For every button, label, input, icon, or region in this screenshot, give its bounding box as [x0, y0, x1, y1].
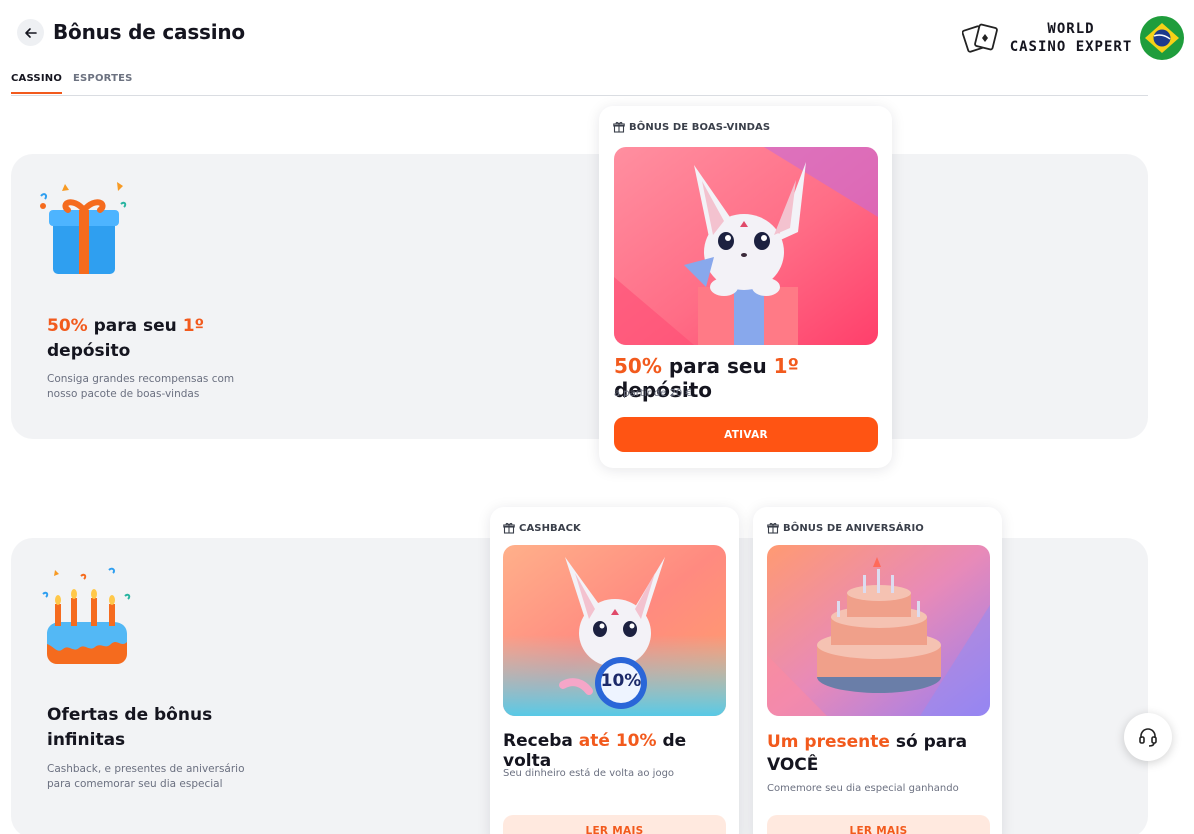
offers-heading: Ofertas de bônus infinitas: [47, 703, 212, 753]
cashback-card-tag: CASHBACK: [503, 522, 581, 534]
welcome-heading-ordinal: 1º: [182, 316, 205, 336]
tab-esportes[interactable]: ESPORTES: [73, 73, 133, 84]
cashback-read-more-button[interactable]: LER MAIS: [503, 815, 726, 834]
birthday-title-accent: Um presente: [767, 732, 890, 752]
birthday-card: BÔNUS DE ANIVERSÁRIO Um presente só para…: [753, 507, 1002, 834]
headset-icon: [1139, 728, 1157, 747]
gift-box-illustration: [40, 182, 127, 274]
welcome-heading-mid: para seu: [87, 316, 183, 336]
cashback-card-title: Receba até 10% de volta: [503, 731, 739, 771]
welcome-card-title-mid: para seu: [661, 354, 774, 378]
support-button[interactable]: [1124, 713, 1172, 761]
cashback-card-tag-label: CASHBACK: [519, 522, 581, 534]
welcome-bonus-card: BÔNUS DE BOAS-VINDAS 50% para seu 1º dep…: [599, 106, 892, 468]
welcome-heading-line2: depósito: [47, 341, 131, 361]
birthday-card-subtitle: Comemore seu dia especial ganhando: [767, 783, 959, 794]
offers-heading-line1: Ofertas de bônus: [47, 705, 213, 725]
cashback-card-image: 10%: [503, 545, 726, 716]
tab-cassino[interactable]: CASSINO: [11, 73, 63, 94]
birthday-title-end: só para: [889, 732, 968, 752]
welcome-card-tag-label: BÔNUS DE BOAS-VINDAS: [629, 121, 771, 133]
birthday-cake-illustration: [42, 567, 131, 664]
birthday-card-image: [767, 545, 990, 716]
cashback-card-subtitle: Seu dinheiro está de volta ao jogo: [503, 768, 675, 779]
activate-button[interactable]: ATIVAR: [614, 417, 878, 452]
fox-gift-illustration: [614, 147, 878, 345]
back-button[interactable]: [17, 19, 44, 46]
welcome-card-title-percent: 50%: [614, 354, 662, 378]
tab-bar: CASSINO ESPORTES: [11, 66, 1148, 96]
birthday-title-line2: VOCÊ: [767, 755, 819, 775]
gift-icon: [613, 121, 625, 133]
welcome-card-title-ordinal: 1º: [773, 354, 799, 378]
birthday-card-title: Um presente só para VOCÊ: [767, 731, 967, 777]
offers-description: Cashback, e presentes de aniversário par…: [47, 763, 245, 790]
cashback-title-accent: até 10%: [578, 731, 657, 751]
gift-icon: [503, 522, 515, 534]
brand-logo: WORLD CASINO EXPERT: [962, 16, 1184, 60]
welcome-heading: 50% para seu 1º depósito: [47, 314, 204, 364]
back-arrow-icon: [24, 27, 37, 38]
brand-name: WORLD CASINO EXPERT: [1006, 20, 1136, 56]
brazil-flag-icon: [1140, 16, 1184, 60]
cake-illustration: [767, 545, 990, 716]
welcome-card-tag: BÔNUS DE BOAS-VINDAS: [613, 121, 770, 133]
cards-icon: [962, 23, 998, 53]
birthday-read-more-button[interactable]: LER MAIS: [767, 815, 990, 834]
gift-icon: [767, 522, 779, 534]
welcome-card-image: [614, 147, 878, 345]
welcome-card-subtitle: a partir de 20 €: [614, 388, 692, 399]
welcome-heading-percent: 50%: [47, 316, 88, 336]
birthday-card-tag: BÔNUS DE ANIVERSÁRIO: [767, 522, 924, 534]
welcome-description: Consiga grandes recompensas com nosso pa…: [47, 373, 235, 400]
offers-heading-line2: infinitas: [47, 730, 126, 750]
cashback-title-start: Receba: [503, 731, 579, 751]
cashback-badge: 10%: [600, 671, 642, 691]
brand-line-2: CASINO EXPERT: [1009, 39, 1133, 55]
brand-line-1: WORLD: [1047, 21, 1095, 37]
page-title: Bônus de cassino: [53, 20, 245, 44]
birthday-card-tag-label: BÔNUS DE ANIVERSÁRIO: [783, 522, 924, 534]
cashback-card: CASHBACK 10% Receba até 10% de volta Seu…: [490, 507, 739, 834]
welcome-panel: 50% para seu 1º depósito Consiga grandes…: [11, 154, 1148, 439]
